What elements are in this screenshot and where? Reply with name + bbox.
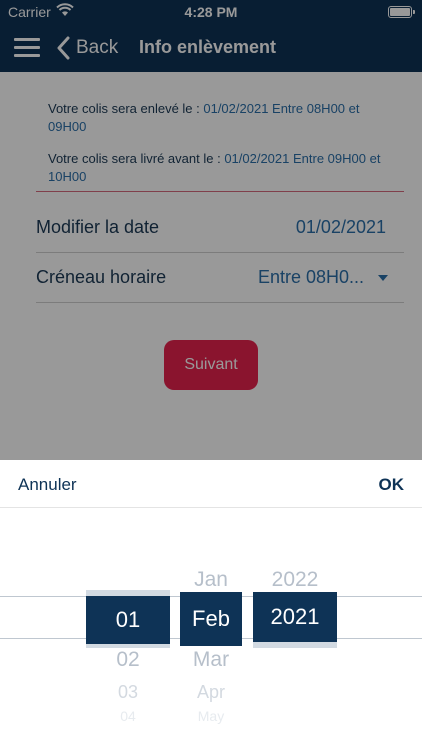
year-option[interactable]: 2022 (253, 568, 337, 592)
day-wheel[interactable]: 01 02 03 04 (86, 460, 170, 750)
month-option[interactable]: Jan (180, 568, 242, 592)
month-option[interactable]: May (180, 708, 242, 724)
date-picker-sheet: Annuler OK 01 02 03 04 Jan Feb Mar Apr M… (0, 460, 422, 750)
month-wheel[interactable]: Jan Feb Mar Apr May (180, 460, 242, 750)
year-wheel[interactable]: 2022 2021 (253, 460, 337, 750)
day-option[interactable]: 04 (86, 708, 170, 724)
day-option[interactable]: 03 (86, 682, 170, 703)
cancel-button[interactable]: Annuler (18, 475, 77, 495)
month-option[interactable]: Apr (180, 682, 242, 703)
modal-overlay[interactable] (0, 0, 422, 460)
month-selected[interactable]: Feb (180, 592, 242, 646)
ok-button[interactable]: OK (379, 475, 405, 495)
month-option[interactable]: Mar (180, 648, 242, 672)
day-option[interactable]: 02 (86, 648, 170, 672)
year-selected[interactable]: 2021 (253, 592, 337, 642)
day-selected[interactable]: 01 (86, 596, 170, 644)
